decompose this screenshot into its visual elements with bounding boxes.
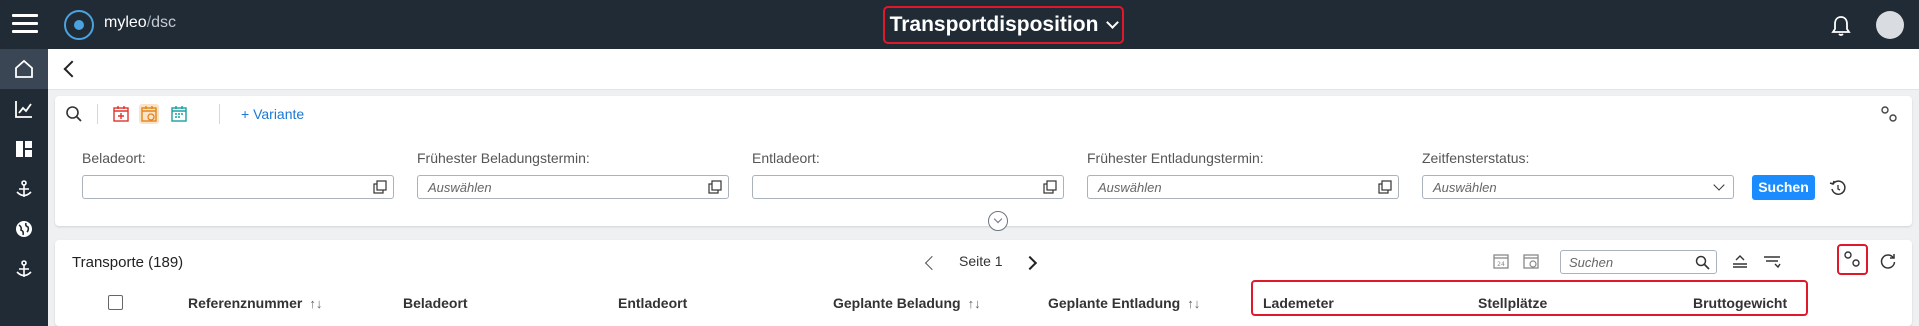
table-search-input[interactable]: Suchen	[1560, 250, 1717, 274]
search-button[interactable]: Suchen	[1752, 175, 1815, 200]
column-header-stellplaetze[interactable]: Stellplätze	[1478, 295, 1547, 311]
home-icon	[15, 59, 33, 78]
sort-icon[interactable]: ↑↓	[968, 296, 981, 311]
column-header-referenznummer[interactable]: Referenznummer ↑↓	[188, 295, 322, 311]
globe-icon	[16, 221, 32, 237]
sidebar-item-dashboard[interactable]	[0, 129, 48, 169]
add-variant-link[interactable]: + Variante	[241, 106, 304, 122]
sidebar-item-anchor[interactable]	[0, 169, 48, 209]
column-label: Stellplätze	[1478, 295, 1548, 311]
svg-text:24: 24	[1497, 261, 1505, 268]
column-label: Lademeter	[1263, 295, 1334, 311]
pager-label: Seite 1	[959, 253, 1003, 269]
zeitfensterstatus-placeholder: Auswählen	[1433, 180, 1497, 195]
entladeort-label: Entladeort:	[752, 150, 820, 166]
column-header-bruttogewicht[interactable]: Bruttogewicht	[1693, 295, 1787, 311]
calendar-add-icon[interactable]	[111, 104, 131, 124]
table-header-row: Referenznummer ↑↓ Beladeort Entladeort Ge…	[55, 288, 1912, 318]
column-label: Bruttogewicht	[1693, 295, 1788, 311]
refresh-icon[interactable]	[1877, 250, 1899, 272]
chevron-down-icon	[1713, 179, 1725, 191]
search-icon[interactable]	[64, 104, 84, 124]
select-all-checkbox[interactable]	[108, 295, 123, 310]
sort-icon[interactable]: ↑↓	[1187, 296, 1200, 311]
logo-icon	[64, 10, 94, 40]
chevron-down-icon	[1106, 16, 1120, 29]
toolbar-divider	[219, 104, 220, 124]
entladungstermin-input[interactable]: Auswählen	[1087, 175, 1399, 199]
table-search-placeholder: Suchen	[1569, 255, 1614, 270]
copy-icon[interactable]	[373, 180, 387, 194]
toolbar-divider	[97, 104, 98, 124]
sidebar-item-home[interactable]	[0, 49, 48, 89]
dashboard-icon	[16, 141, 32, 157]
beladungstermin-label: Frühester Beladungstermin:	[417, 150, 590, 166]
page-title-dropdown[interactable]: Transportdisposition	[883, 6, 1124, 44]
sidebar	[0, 49, 48, 326]
filter-toolbar: + Variante	[55, 96, 1912, 132]
beladeort-input[interactable]	[82, 175, 394, 199]
copy-icon[interactable]	[1043, 180, 1057, 194]
brand-product: dsc	[151, 14, 177, 31]
brand: myleo/dsc	[104, 14, 176, 32]
calendar-grid-icon[interactable]	[169, 104, 189, 124]
density-icon[interactable]	[1729, 250, 1751, 272]
column-header-beladeort[interactable]: Beladeort	[403, 295, 468, 311]
copy-icon[interactable]	[708, 180, 722, 194]
sidebar-item-globe[interactable]	[0, 209, 48, 249]
table-title: Transporte (189)	[72, 254, 184, 271]
transport-table: Transporte (189) Seite 1 24 Suchen Refer…	[55, 240, 1912, 326]
reset-icon[interactable]	[1829, 179, 1847, 197]
entladungstermin-label: Frühester Entladungstermin:	[1087, 150, 1264, 166]
copy-icon[interactable]	[1378, 180, 1392, 194]
page-title: Transportdisposition	[889, 13, 1099, 36]
calendar-clock-icon[interactable]	[139, 104, 159, 124]
column-label: Beladeort	[403, 295, 468, 311]
column-label: Referenznummer	[188, 295, 303, 311]
calendar-schedule-icon[interactable]	[1520, 250, 1542, 272]
back-chevron-icon[interactable]	[63, 60, 81, 78]
brand-name: myleo	[104, 14, 147, 31]
back-row	[48, 49, 1919, 90]
column-label: Geplante Beladung	[833, 295, 961, 311]
filter-panel: + Variante Beladeort: Frühester Beladung…	[55, 96, 1912, 226]
entladeort-input[interactable]	[752, 175, 1064, 199]
beladeort-label: Beladeort:	[82, 150, 146, 166]
column-header-geplante-entladung[interactable]: Geplante Entladung ↑↓	[1048, 295, 1200, 311]
beladungstermin-placeholder: Auswählen	[428, 180, 492, 195]
sidebar-item-anchor-2[interactable]	[0, 249, 48, 289]
sort-icon[interactable]: ↑↓	[309, 296, 322, 311]
zeitfensterstatus-select[interactable]: Auswählen	[1422, 175, 1734, 199]
pager-prev-icon[interactable]	[924, 255, 940, 271]
filter-lines-icon[interactable]	[1761, 250, 1783, 272]
expand-filter-icon[interactable]	[988, 211, 1008, 231]
column-header-geplante-beladung[interactable]: Geplante Beladung ↑↓	[833, 295, 981, 311]
pager-next-icon[interactable]	[1022, 255, 1038, 271]
column-settings-icon[interactable]	[1841, 248, 1863, 270]
bell-icon[interactable]	[1831, 15, 1851, 37]
menu-icon[interactable]	[12, 14, 38, 34]
settings-icon[interactable]	[1879, 104, 1899, 124]
chart-icon	[15, 101, 32, 118]
entladungstermin-placeholder: Auswählen	[1098, 180, 1162, 195]
column-label: Entladeort	[618, 295, 688, 311]
calendar-date-icon[interactable]: 24	[1490, 250, 1512, 272]
zeitfensterstatus-label: Zeitfensterstatus:	[1422, 150, 1530, 166]
avatar[interactable]	[1876, 11, 1904, 39]
column-label: Geplante Entladung	[1048, 295, 1181, 311]
beladungstermin-input[interactable]: Auswählen	[417, 175, 729, 199]
column-header-lademeter[interactable]: Lademeter	[1263, 295, 1334, 311]
column-header-entladeort[interactable]: Entladeort	[618, 295, 687, 311]
sidebar-item-analytics[interactable]	[0, 89, 48, 129]
anchor-icon	[16, 180, 32, 197]
search-icon[interactable]	[1695, 255, 1710, 270]
top-bar: myleo/dsc Transportdisposition	[0, 0, 1919, 49]
anchor-icon	[16, 260, 32, 277]
